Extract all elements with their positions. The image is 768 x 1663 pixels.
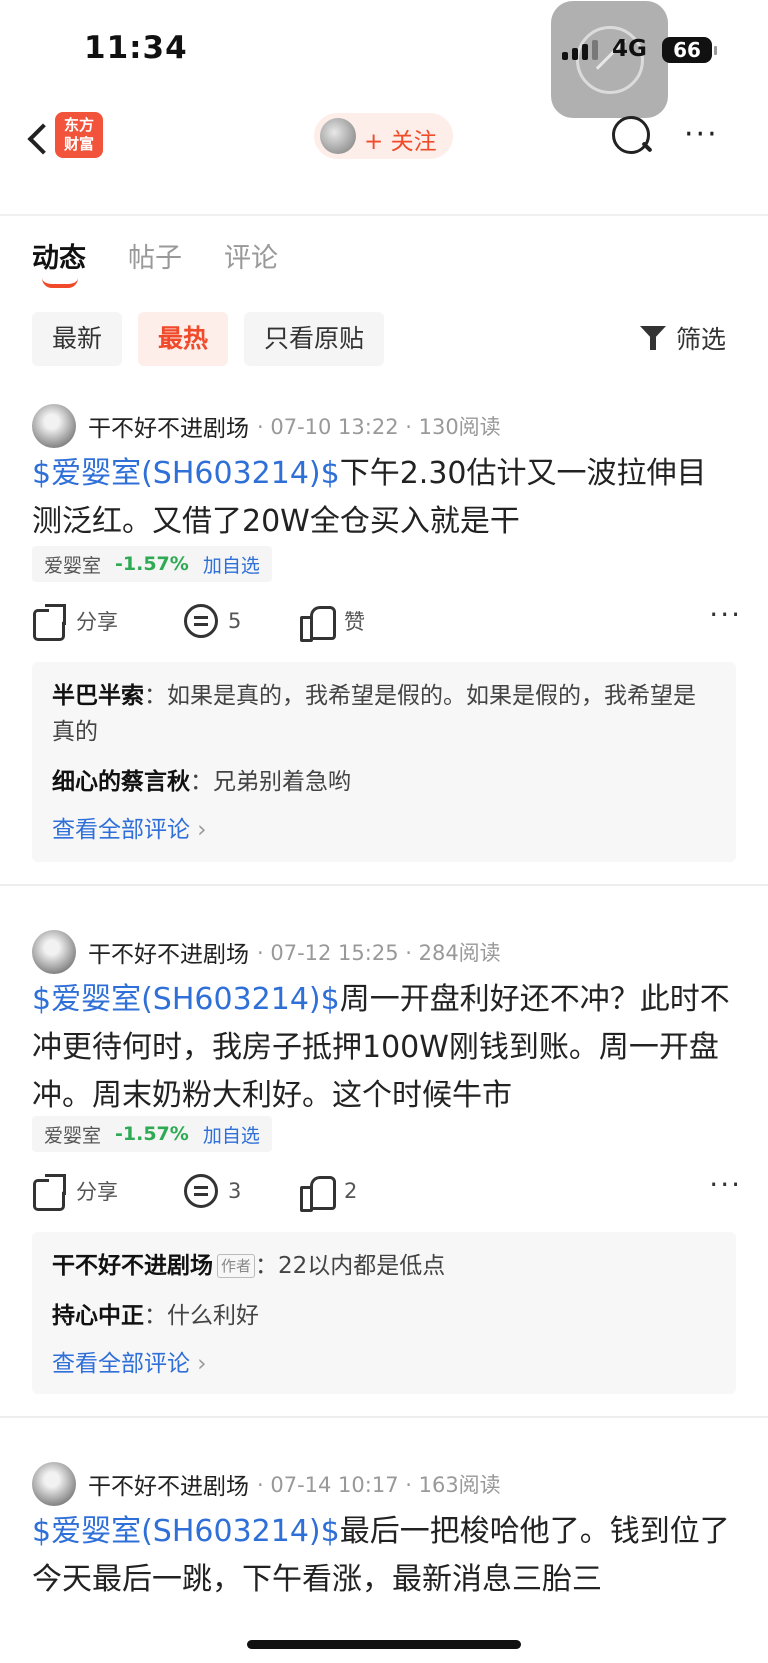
comment-button[interactable]: 5 <box>184 604 241 638</box>
comment-user[interactable]: 半巴半索 <box>52 683 144 709</box>
post-header: 干不好不进剧场 · 07-14 10:17 · 163阅读 <box>32 1462 501 1506</box>
author-avatar[interactable] <box>32 1462 76 1506</box>
thumbs-up-icon <box>300 1174 336 1212</box>
comment-item[interactable]: 干不好不进剧场 作者 ：22以内都是低点 <box>52 1248 716 1284</box>
comment-count: 5 <box>228 609 242 633</box>
battery-icon: 66 <box>662 37 717 63</box>
like-button[interactable]: 赞 <box>300 604 365 642</box>
add-watchlist-button[interactable]: 加自选 <box>203 1121 260 1148</box>
logo-line-2: 财富 <box>63 135 94 153</box>
comment-preview: 干不好不进剧场 作者 ：22以内都是低点 持心中正：什么利好 查看全部评论 <box>32 1232 736 1394</box>
post-divider <box>0 1416 768 1418</box>
stock-tag-change: -1.57% <box>115 553 189 575</box>
share-label: 分享 <box>76 610 118 634</box>
tab-posts[interactable]: 帖子 <box>128 236 182 280</box>
comment-user[interactable]: 干不好不进剧场 <box>52 1253 213 1279</box>
post-actions: 分享 3 2 ··· <box>32 1168 742 1218</box>
comment-item[interactable]: 半巴半索：如果是真的，我希望是假的。如果是假的，我希望是真的 <box>52 678 716 750</box>
tab-dynamics[interactable]: 动态 <box>32 236 86 288</box>
author-name[interactable]: 干不好不进剧场 <box>88 409 249 443</box>
user-avatar <box>320 118 356 154</box>
funnel-icon <box>640 324 666 352</box>
add-watchlist-button[interactable]: 加自选 <box>203 551 260 578</box>
stock-link[interactable]: $爱婴室(SH603214)$ <box>32 982 340 1017</box>
see-all-comments-link[interactable]: 查看全部评论 <box>52 1348 716 1380</box>
comment-text: 如果是真的，我希望是假的。如果是假的，我希望是真的 <box>52 683 696 745</box>
post-card: 干不好不进剧场 · 07-12 15:25 · 284阅读 $爱婴室(SH603… <box>0 930 768 1410</box>
tab-bar: 动态 帖子 评论 <box>32 236 278 288</box>
see-all-comments-link[interactable]: 查看全部评论 <box>52 814 716 846</box>
stock-tag-name: 爱婴室 <box>44 554 102 577</box>
post-header: 干不好不进剧场 · 07-12 15:25 · 284阅读 <box>32 930 501 974</box>
like-button[interactable]: 2 <box>300 1174 358 1212</box>
post-header: 干不好不进剧场 · 07-10 13:22 · 130阅读 <box>32 404 501 448</box>
post-body[interactable]: $爱婴室(SH603214)$最后一把梭哈他了。钱到位了今天最后一跳，下午看涨，… <box>32 1508 732 1604</box>
comment-count: 3 <box>228 1179 242 1203</box>
comment-item[interactable]: 持心中正：什么利好 <box>52 1298 716 1334</box>
share-button[interactable]: 分享 <box>32 604 118 638</box>
comment-button[interactable]: 3 <box>184 1174 241 1208</box>
more-icon[interactable]: ··· <box>709 598 742 631</box>
share-icon <box>32 1174 66 1208</box>
like-count: 2 <box>344 1179 358 1203</box>
divider <box>0 214 768 216</box>
author-avatar[interactable] <box>32 930 76 974</box>
author-name[interactable]: 干不好不进剧场 <box>88 935 249 969</box>
back-arrow-icon[interactable] <box>20 118 56 162</box>
post-meta: · 07-12 15:25 · 284阅读 <box>257 941 501 965</box>
comment-icon <box>184 604 218 638</box>
comment-text: 什么利好 <box>167 1303 259 1329</box>
post-meta: · 07-10 13:22 · 130阅读 <box>257 415 501 439</box>
status-bar: 11:34 4G 66 <box>0 0 768 118</box>
search-icon[interactable] <box>610 114 654 158</box>
filter-hottest[interactable]: 最热 <box>138 312 229 366</box>
post-actions: 分享 5 赞 ··· <box>32 598 742 648</box>
post-meta: · 07-14 10:17 · 163阅读 <box>257 1473 501 1497</box>
thumbs-up-icon <box>300 604 336 642</box>
stock-tag[interactable]: 爱婴室 -1.57% 加自选 <box>32 1116 272 1152</box>
filter-latest[interactable]: 最新 <box>32 312 123 366</box>
stock-tag-change: -1.57% <box>115 1123 189 1145</box>
network-type: 4G <box>612 36 647 62</box>
comment-user[interactable]: 细心的蔡言秋 <box>52 769 190 795</box>
filter-button-label: 筛选 <box>676 325 727 354</box>
post-divider <box>0 884 768 886</box>
stock-tag[interactable]: 爱婴室 -1.57% 加自选 <box>32 546 272 582</box>
comment-item[interactable]: 细心的蔡言秋：兄弟别着急哟 <box>52 764 716 800</box>
post-card: 干不好不进剧场 · 07-14 10:17 · 163阅读 $爱婴室(SH603… <box>0 1462 768 1663</box>
app-logo: 东方 财富 <box>55 112 103 158</box>
author-avatar[interactable] <box>32 404 76 448</box>
logo-line-1: 东方 <box>63 116 94 134</box>
filter-button[interactable]: 筛选 <box>640 320 726 356</box>
more-icon[interactable]: ··· <box>709 1168 742 1201</box>
filter-original-only[interactable]: 只看原贴 <box>244 312 385 366</box>
stock-link[interactable]: $爱婴室(SH603214)$ <box>32 456 340 491</box>
stock-link[interactable]: $爱婴室(SH603214)$ <box>32 1514 340 1549</box>
share-button[interactable]: 分享 <box>32 1174 118 1208</box>
more-icon[interactable]: ··· <box>684 117 719 152</box>
post-card: 干不好不进剧场 · 07-10 13:22 · 130阅读 $爱婴室(SH603… <box>0 404 768 884</box>
post-body[interactable]: $爱婴室(SH603214)$下午2.30估计又一波拉伸目测泛红。又借了20W全… <box>32 450 732 546</box>
author-badge: 作者 <box>217 1254 256 1278</box>
comment-user[interactable]: 持心中正 <box>52 1303 144 1329</box>
status-time: 11:34 <box>84 30 188 66</box>
home-indicator[interactable] <box>247 1640 521 1649</box>
author-name[interactable]: 干不好不进剧场 <box>88 1467 249 1501</box>
filter-chips: 最新 最热 只看原贴 <box>32 312 385 366</box>
share-icon <box>32 604 66 638</box>
comment-text: 22以内都是低点 <box>278 1253 446 1279</box>
post-body[interactable]: $爱婴室(SH603214)$周一开盘利好还不冲？此时不冲更待何时，我房子抵押1… <box>32 976 732 1120</box>
signal-icon <box>562 40 598 60</box>
stock-tag-name: 爱婴室 <box>44 1124 102 1147</box>
follow-label: + 关注 <box>364 129 437 155</box>
nav-bar: 东方 财富 + 关注 ··· <box>0 100 768 180</box>
share-label: 分享 <box>76 1180 118 1204</box>
tab-comments[interactable]: 评论 <box>224 236 278 280</box>
like-label: 赞 <box>344 610 365 634</box>
follow-button[interactable]: + 关注 <box>314 113 453 159</box>
comment-icon <box>184 1174 218 1208</box>
comment-preview: 半巴半索：如果是真的，我希望是假的。如果是假的，我希望是真的 细心的蔡言秋：兄弟… <box>32 662 736 862</box>
comment-text: 兄弟别着急哟 <box>213 769 351 795</box>
